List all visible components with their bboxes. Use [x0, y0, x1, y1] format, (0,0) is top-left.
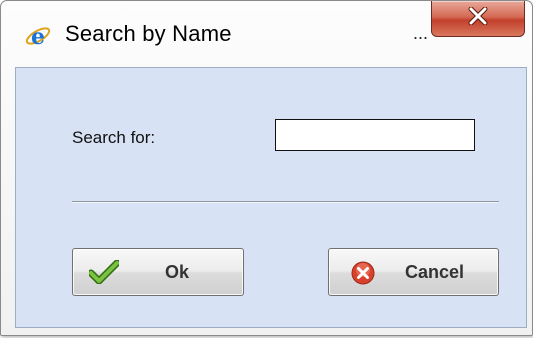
search-dialog: e Search by Name ... Search for: Ok Canc…: [0, 0, 533, 336]
title-bar[interactable]: e Search by Name ...: [1, 1, 532, 67]
checkmark-icon: [87, 259, 121, 289]
internet-explorer-icon: e: [25, 23, 51, 50]
ok-button-label: Ok: [165, 262, 190, 282]
ok-button[interactable]: Ok: [72, 248, 244, 296]
close-button[interactable]: [431, 1, 525, 37]
cancel-button-label: Cancel: [405, 262, 465, 282]
window-title: Search by Name: [65, 21, 232, 46]
title-overflow-ellipsis: ...: [413, 23, 429, 43]
cancel-button[interactable]: Cancel: [328, 248, 499, 296]
divider: [72, 201, 499, 203]
cancel-x-icon: [351, 261, 375, 290]
svg-text:e: e: [31, 24, 45, 49]
search-input[interactable]: [275, 119, 475, 151]
dialog-client-area: Search for: Ok Cancel: [15, 67, 527, 328]
search-for-label: Search for:: [72, 128, 156, 147]
close-icon: [468, 7, 488, 25]
